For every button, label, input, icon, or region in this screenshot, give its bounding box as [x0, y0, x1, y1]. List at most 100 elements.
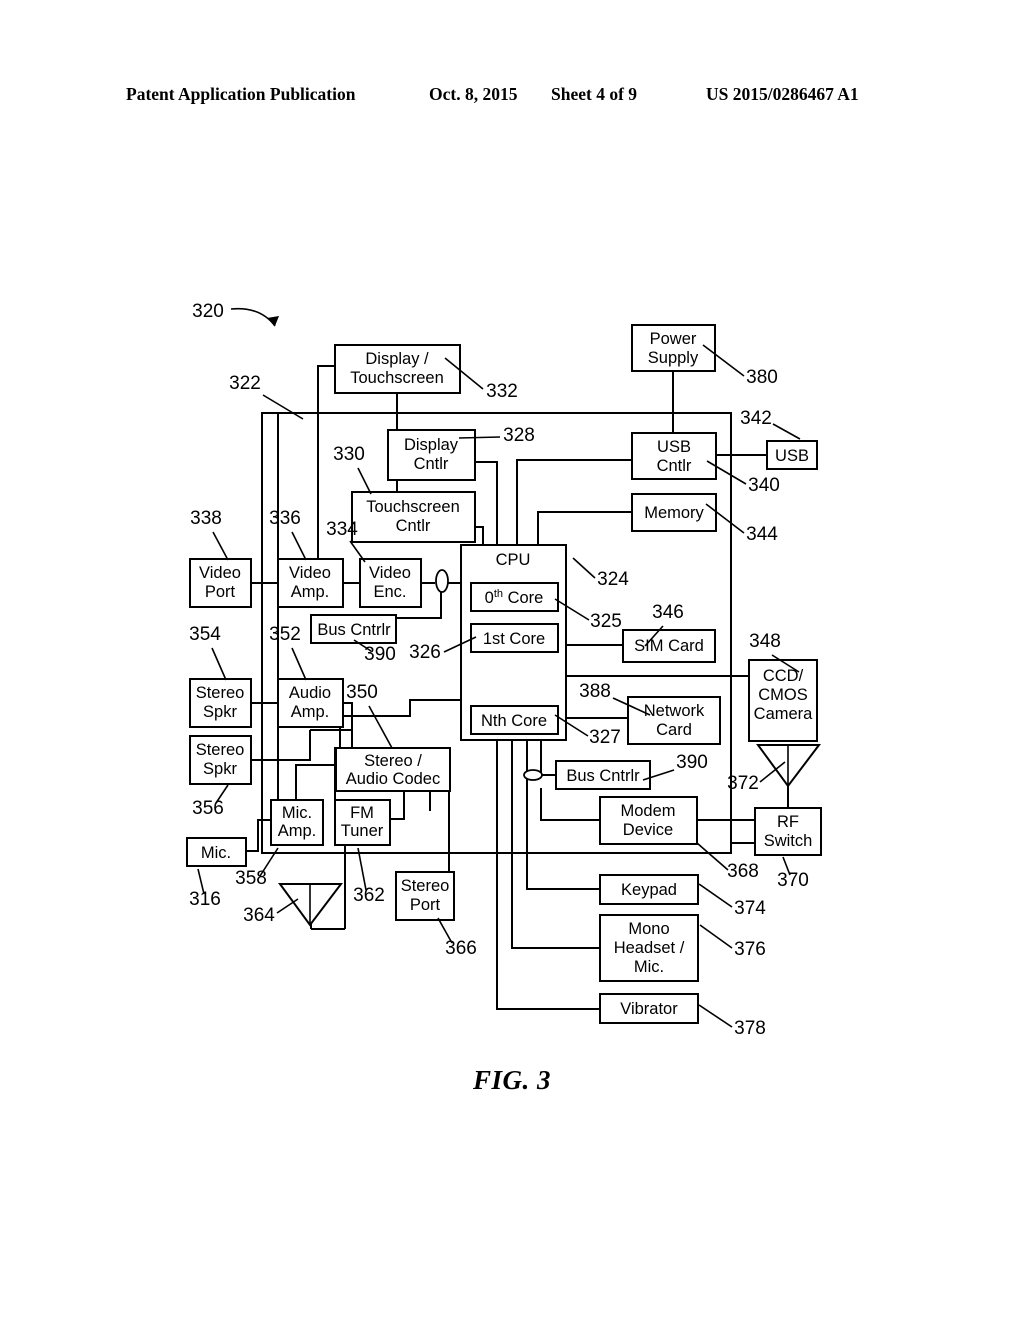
block-power-supply[interactable]: Power Supply — [631, 324, 716, 372]
block-usb-cntlr[interactable]: USB Cntlr — [631, 432, 717, 480]
block-usb-label: USB — [775, 447, 809, 465]
block-video-enc-label-1: Video — [369, 564, 411, 582]
connector-node-modem-icon — [523, 769, 543, 781]
rf-antenna-icon — [756, 744, 822, 788]
block-keypad[interactable]: Keypad — [599, 874, 699, 905]
figure-label: FIG. 3 — [472, 1065, 551, 1095]
ref-364: 364 — [243, 905, 275, 926]
ref-334: 334 — [326, 519, 358, 540]
block-stereo-port-label-2: Port — [410, 896, 441, 914]
block-vibrator[interactable]: Vibrator — [599, 993, 699, 1024]
block-fm-tuner[interactable]: FM Tuner — [334, 799, 391, 846]
block-core-0-label: 0th Core — [485, 588, 544, 607]
block-cpu-label: CPU — [496, 551, 531, 569]
block-video-port[interactable]: Video Port — [189, 558, 252, 608]
ref-376: 376 — [734, 939, 766, 960]
ref-372: 372 — [727, 773, 759, 794]
block-memory[interactable]: Memory — [631, 493, 717, 532]
block-modem-device[interactable]: Modem Device — [599, 796, 698, 845]
block-audio-amp[interactable]: Audio Amp. — [277, 678, 344, 728]
block-video-amp-label-2: Amp. — [291, 583, 330, 601]
ref-336: 336 — [269, 508, 301, 529]
block-codec-label-2: Audio Codec — [346, 770, 440, 788]
block-video-enc-label-2: Enc. — [373, 583, 406, 601]
block-touchscreen-cntlr[interactable]: Touchscreen Cntlr — [351, 491, 476, 543]
block-bus-cntlr-video[interactable]: Bus Cntrlr — [310, 614, 397, 644]
block-fm-tuner-label-2: Tuner — [341, 822, 384, 840]
block-mono-headset[interactable]: Mono Headset / Mic. — [599, 914, 699, 982]
block-ccd-cmos-camera[interactable]: CCD/ CMOS Camera — [748, 659, 818, 742]
block-stereo-port-label-1: Stereo — [401, 877, 450, 895]
block-fm-tuner-label-1: FM — [350, 804, 374, 822]
block-core-0[interactable]: 0th Core — [470, 582, 559, 612]
block-video-port-label-1: Video — [199, 564, 241, 582]
ref-320: 320 — [192, 301, 224, 322]
block-mono-headset-label-2: Headset / — [614, 939, 685, 957]
ref-362: 362 — [353, 885, 385, 906]
block-video-amp[interactable]: Video Amp. — [277, 558, 344, 608]
block-power-supply-label-2: Supply — [648, 349, 699, 367]
ref-370: 370 — [777, 870, 809, 891]
block-mic-amp-label-2: Amp. — [278, 822, 317, 840]
block-touchscreen-cntlr-label-2: Cntlr — [396, 517, 431, 535]
ref-324: 324 — [597, 569, 629, 590]
block-mic[interactable]: Mic. — [186, 837, 247, 867]
block-rf-switch-label-2: Switch — [764, 832, 813, 850]
block-modem-label-2: Device — [623, 821, 673, 839]
block-usb-cntlr-label-2: Cntlr — [657, 457, 692, 475]
block-display-cntlr-label-2: Cntlr — [414, 455, 449, 473]
block-core-1-label: 1st Core — [483, 630, 545, 648]
block-stereo-spkr-1-label-1: Stereo — [196, 684, 245, 702]
block-camera-label-2: CMOS — [758, 686, 808, 704]
block-audio-amp-label-1: Audio — [289, 684, 331, 702]
ref-356: 356 — [192, 798, 224, 819]
block-video-port-label-2: Port — [205, 583, 236, 601]
block-mic-amp[interactable]: Mic. Amp. — [270, 799, 324, 846]
ref-366: 366 — [445, 938, 477, 959]
block-bus-cntlr-modem[interactable]: Bus Cntrlr — [555, 760, 651, 790]
ref-322: 322 — [229, 373, 261, 394]
ref-358: 358 — [235, 868, 267, 889]
block-display-touchscreen[interactable]: Display / Touchscreen — [334, 344, 461, 394]
block-bus-cntlr-modem-label: Bus Cntrlr — [566, 767, 640, 785]
block-sim-card[interactable]: SIM Card — [622, 629, 716, 663]
block-vibrator-label: Vibrator — [620, 1000, 678, 1018]
ref-342: 342 — [740, 408, 772, 429]
block-modem-label-1: Modem — [620, 802, 675, 820]
block-display-touchscreen-label-1: Display / — [365, 350, 429, 368]
patent-figure-page: Patent Application Publication Oct. 8, 2… — [0, 0, 1024, 1320]
block-power-supply-label-1: Power — [650, 330, 697, 348]
block-stereo-spkr-1[interactable]: Stereo Spkr — [189, 678, 252, 728]
block-rf-switch[interactable]: RF Switch — [754, 807, 822, 856]
block-core-n[interactable]: Nth Core — [470, 705, 559, 735]
block-stereo-spkr-1-label-2: Spkr — [203, 703, 237, 721]
block-network-card-label-2: Card — [656, 721, 692, 739]
ref-316: 316 — [189, 889, 221, 910]
block-stereo-port[interactable]: Stereo Port — [395, 871, 455, 921]
block-diagram-svg: Display / Touchscreen Display Cntlr Touc… — [186, 301, 822, 1039]
block-video-enc[interactable]: Video Enc. — [359, 558, 422, 608]
ref-340: 340 — [748, 475, 780, 496]
block-display-touchscreen-label-2: Touchscreen — [350, 369, 444, 387]
ref-344: 344 — [746, 524, 778, 545]
block-network-card[interactable]: Network Card — [627, 696, 721, 745]
block-usb[interactable]: USB — [766, 440, 818, 470]
block-camera-label-1: CCD/ — [763, 667, 804, 685]
block-display-cntlr-label-1: Display — [404, 436, 459, 454]
block-keypad-label: Keypad — [621, 881, 677, 899]
block-video-amp-label-1: Video — [289, 564, 331, 582]
ref-326: 326 — [409, 642, 441, 663]
block-stereo-audio-codec[interactable]: Stereo / Audio Codec — [335, 747, 451, 792]
block-mono-headset-label-1: Mono — [628, 920, 669, 938]
ref-354: 354 — [189, 624, 221, 645]
ref-352: 352 — [269, 624, 301, 645]
block-camera-label-3: Camera — [754, 705, 814, 723]
ref-346: 346 — [652, 602, 684, 623]
block-core-1[interactable]: 1st Core — [470, 623, 559, 653]
ref-378: 378 — [734, 1018, 766, 1039]
block-memory-label: Memory — [644, 504, 704, 522]
block-mic-label: Mic. — [201, 844, 231, 862]
block-codec-label-1: Stereo / — [364, 752, 422, 770]
block-stereo-spkr-2[interactable]: Stereo Spkr — [189, 735, 252, 785]
block-audio-amp-label-2: Amp. — [291, 703, 330, 721]
